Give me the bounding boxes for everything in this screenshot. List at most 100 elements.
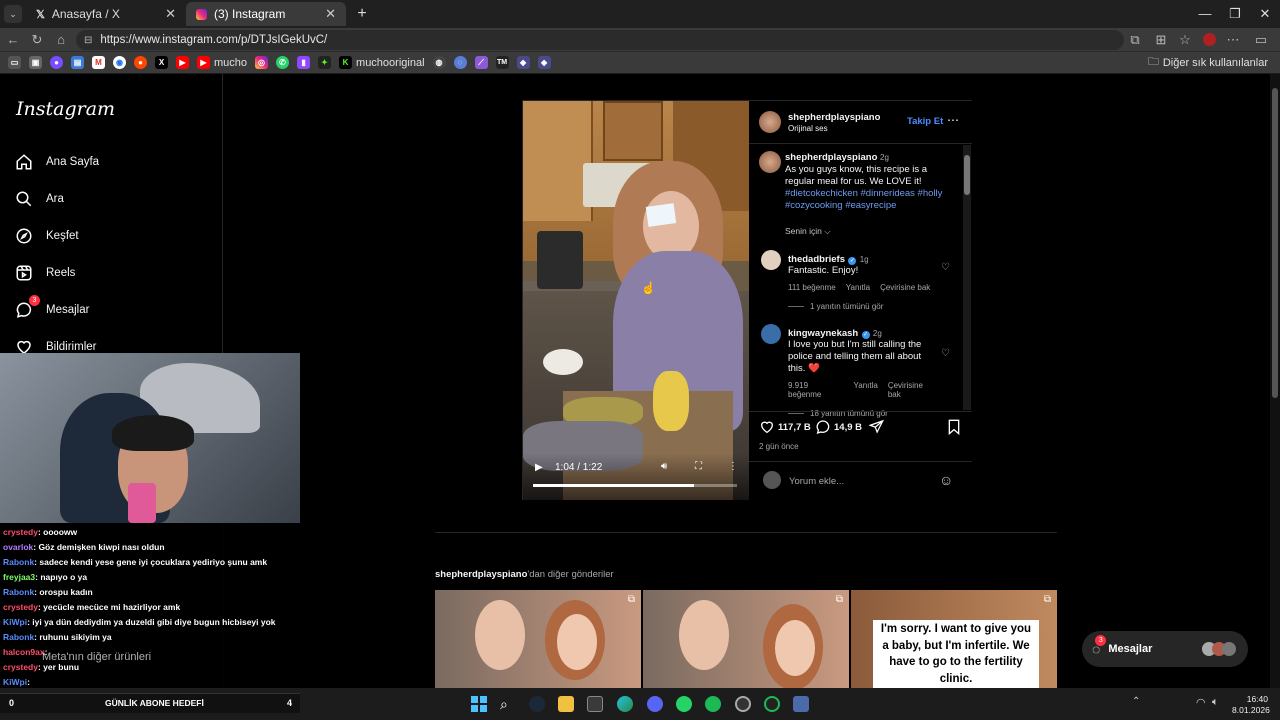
bookmark-mucho[interactable]: ▶ mucho — [197, 54, 247, 72]
comment-user[interactable]: thedadbriefs — [788, 254, 845, 265]
comments-scrollbar[interactable] — [963, 145, 971, 410]
video-player[interactable]: ☝ ▶ 1:04 / 1:22 🔊︎ ⛶ ⋮ — [523, 101, 749, 500]
reply-link[interactable]: Yanıtla — [846, 283, 870, 292]
share-icon[interactable] — [868, 419, 884, 437]
back-icon[interactable]: ← — [4, 31, 22, 49]
translate-link[interactable]: Çevirisine bak — [888, 381, 938, 399]
page-scrollbar[interactable] — [1270, 74, 1280, 688]
favorites-icon[interactable]: ☆ — [1176, 31, 1194, 49]
messages-pill[interactable]: ◌ 3 Mesajlar — [1082, 631, 1248, 667]
twitch-icon[interactable]: ▮ — [297, 56, 311, 69]
nav-search[interactable]: Ara — [14, 189, 64, 209]
nav-messages[interactable]: 3 Mesajlar — [14, 295, 89, 320]
author-name[interactable]: shepherdplayspiano — [788, 112, 880, 123]
close-tab-icon[interactable]: ✕ — [325, 6, 336, 22]
site-info-icon[interactable]: ⊟ — [84, 35, 92, 46]
more-menu-icon[interactable]: ⋯ — [1224, 31, 1242, 49]
url-field[interactable]: ⊟ https://www.instagram.com/p/DTJsIGekUv… — [76, 30, 1124, 50]
wifi-icon[interactable]: ◠ — [1196, 696, 1206, 709]
bookmark-doc-icon[interactable]: ▤ — [71, 56, 84, 69]
more-options-icon[interactable]: ⋮ — [728, 461, 738, 472]
commenter-avatar[interactable] — [761, 250, 781, 270]
profile-icon[interactable] — [1200, 31, 1218, 49]
store-icon[interactable] — [587, 696, 603, 712]
caption-author[interactable]: shepherdplayspiano — [785, 152, 877, 163]
like-button[interactable]: 117,7 B — [759, 419, 811, 435]
audio-label[interactable]: Orijinal ses — [788, 124, 828, 133]
for-you-dropdown[interactable]: Senin için ⌵ — [785, 226, 831, 237]
author-avatar[interactable] — [759, 111, 781, 133]
comment-button[interactable]: 14,9 B — [815, 419, 862, 435]
home-browser-icon[interactable]: ⌂ — [52, 31, 70, 49]
tab-actions-button[interactable]: ⌄ — [4, 5, 22, 23]
fullscreen-icon[interactable]: ⛶ — [695, 461, 702, 472]
bookmark-image-icon[interactable]: ▣ — [29, 56, 42, 69]
instagram-logo[interactable]: Instagram — [16, 98, 115, 120]
volume-icon[interactable]: 🔊︎ — [661, 461, 667, 472]
comment-like-icon[interactable]: ♡ — [941, 348, 950, 359]
windows-start-icon[interactable] — [471, 696, 487, 712]
maximize-button[interactable]: ❐ — [1220, 4, 1250, 24]
instagram-logo-icon[interactable]: ◎ — [255, 56, 269, 69]
play-icon[interactable]: ▶ — [535, 462, 543, 473]
nav-explore[interactable]: Keşfet — [14, 226, 79, 246]
comment-input[interactable]: Yorum ekle... — [789, 476, 844, 487]
gmail-icon[interactable]: M — [92, 56, 105, 69]
bookmark-muchooriginal[interactable]: K muchooriginal — [339, 54, 425, 72]
app-icon[interactable] — [764, 696, 780, 712]
bookmark-shield-icon[interactable]: ◆ — [537, 56, 551, 69]
post-thumbnail[interactable]: ⧉ — [643, 590, 849, 690]
extensions-icon[interactable]: ⧉ — [1126, 31, 1144, 49]
bookmark-app-icon[interactable]: ● — [50, 56, 63, 69]
comment-likes[interactable]: 9.919 beğenme — [788, 381, 844, 399]
chrome-icon[interactable]: ◉ — [113, 56, 126, 69]
post-thumbnail[interactable]: ⧉ — [435, 590, 641, 690]
reply-link[interactable]: Yanıtla — [854, 381, 878, 399]
new-tab-button[interactable]: + — [352, 4, 372, 24]
obs-icon[interactable] — [735, 696, 751, 712]
nav-reels[interactable]: Reels — [14, 263, 75, 283]
steam-icon[interactable] — [529, 696, 545, 712]
file-explorer-icon[interactable] — [558, 696, 574, 712]
bookmark-other-folder[interactable]: 🗀 Diğer sık kullanılanlar — [1148, 54, 1268, 72]
whatsapp-icon[interactable] — [676, 696, 692, 712]
follow-button[interactable]: Takip Et — [907, 116, 943, 127]
app-icon[interactable] — [793, 696, 809, 712]
x-logo-icon[interactable]: X — [155, 56, 168, 69]
video-progress-bar[interactable] — [533, 484, 737, 487]
bookmark-shield-icon[interactable]: ◆ — [516, 56, 530, 69]
view-replies[interactable]: 1 yanıtın tümünü gör — [788, 302, 948, 311]
volume-icon[interactable]: 🔈︎ — [1212, 696, 1219, 709]
bookmark-app-icon[interactable]: ◌ — [453, 56, 467, 69]
translate-link[interactable]: Çevirisine bak — [880, 283, 930, 292]
spotify-icon[interactable] — [705, 696, 721, 712]
caption-hashtags[interactable]: #dietcokechicken #dinnerideas #holly #co… — [785, 188, 942, 211]
bookmark-app-icon[interactable]: ◍ — [432, 56, 446, 69]
youtube-icon[interactable]: ▶ — [176, 56, 189, 69]
search-icon[interactable]: ⌕ — [500, 696, 516, 712]
post-thumbnail[interactable]: I'm sorry. I want to give you a baby, bu… — [851, 590, 1057, 690]
post-options-icon[interactable]: ⋯ — [947, 113, 959, 127]
comment-likes[interactable]: 111 beğenme — [788, 283, 836, 292]
close-window-button[interactable]: ✕ — [1250, 4, 1280, 24]
tab-x[interactable]: 𝕏 Anasayfa / X ✕ — [26, 2, 186, 26]
close-tab-icon[interactable]: ✕ — [165, 6, 176, 22]
emoji-icon[interactable]: ☺ — [939, 472, 953, 488]
bookmark-green-icon[interactable]: ✦ — [318, 56, 332, 69]
nav-home[interactable]: Ana Sayfa — [14, 152, 99, 172]
sidebar-more-label[interactable]: Meta'nın diğer ürünleri — [42, 651, 151, 663]
refresh-icon[interactable]: ↻ — [28, 31, 46, 49]
save-icon[interactable] — [947, 419, 961, 438]
minimize-button[interactable]: — — [1190, 4, 1220, 24]
more-posts-user[interactable]: shepherdplayspiano — [435, 569, 527, 580]
bookmark-tm-icon[interactable]: TM — [495, 56, 509, 69]
comment-user[interactable]: kingwaynekash — [788, 328, 858, 339]
edge-icon[interactable] — [617, 696, 633, 712]
sidebar-icon[interactable]: ▭ — [1252, 31, 1270, 49]
commenter-avatar[interactable] — [761, 324, 781, 344]
reddit-icon[interactable]: ● — [134, 56, 147, 69]
comment-like-icon[interactable]: ♡ — [941, 262, 950, 273]
tab-instagram[interactable]: (3) Instagram ✕ — [186, 2, 346, 26]
discord-icon[interactable] — [647, 696, 663, 712]
tray-chevron-icon[interactable]: ⌃ — [1132, 696, 1140, 707]
